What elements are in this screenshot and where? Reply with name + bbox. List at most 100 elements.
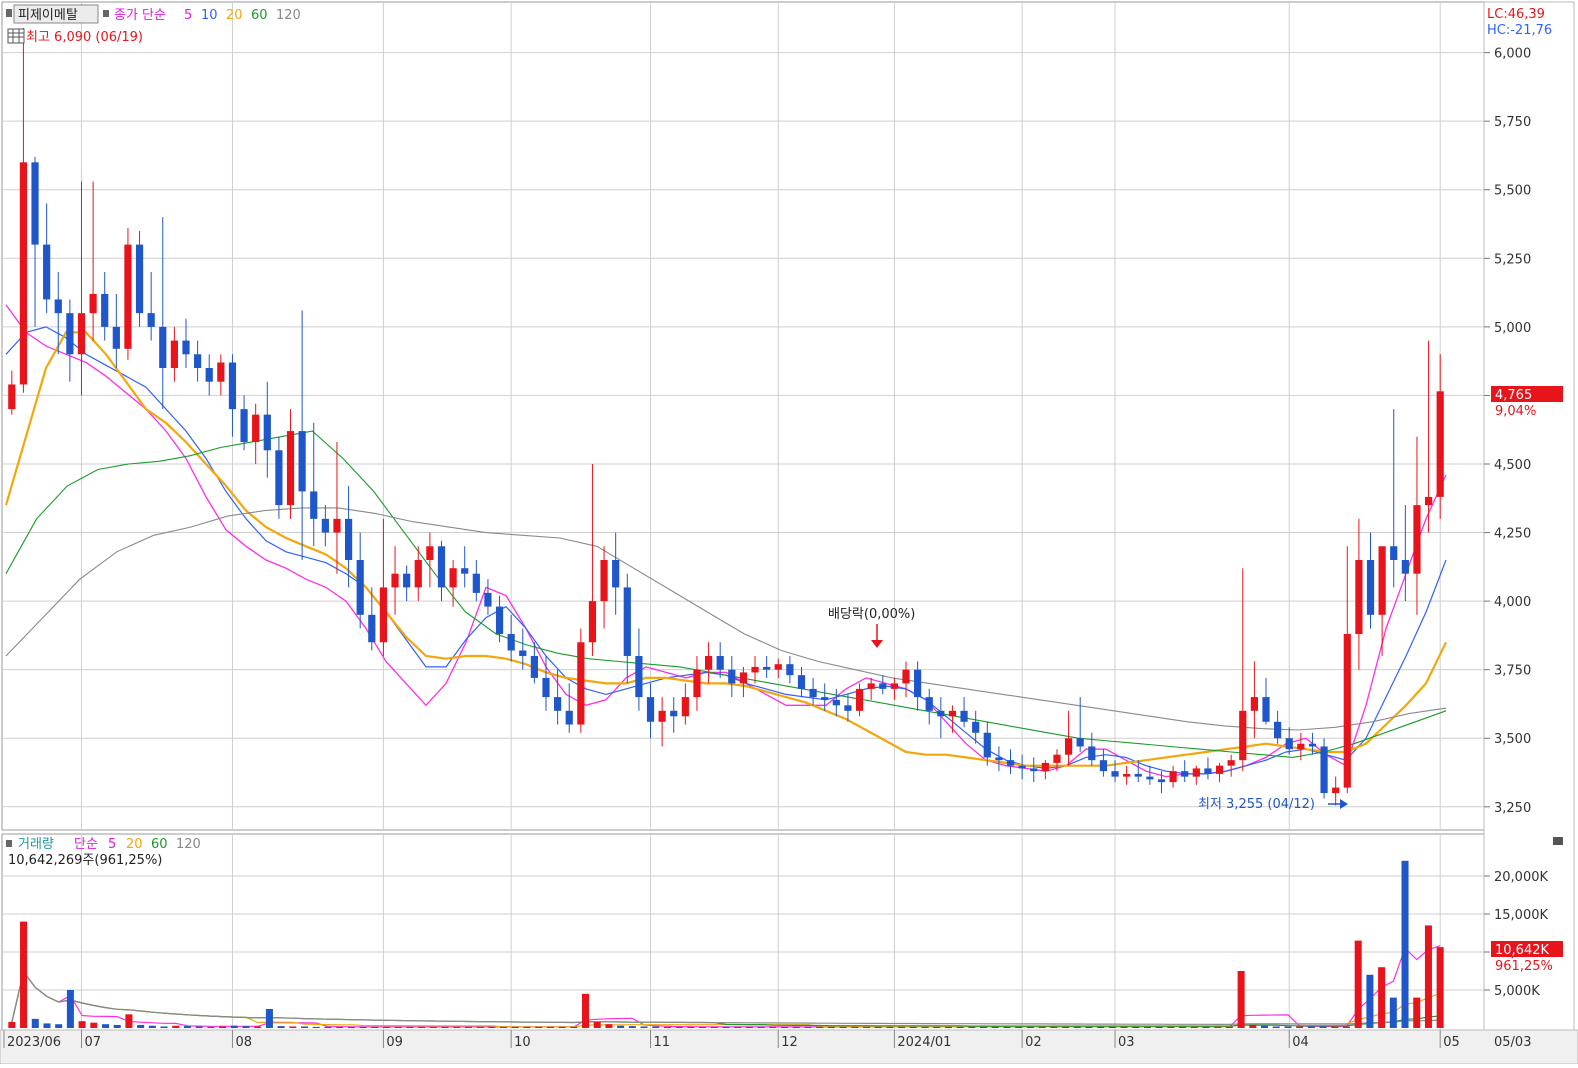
volume-bar [195,1026,203,1028]
candle-body [774,664,782,670]
dividend-label: 배당락(0,00%) [828,607,915,622]
volume-tick-label: 20,000K [1494,870,1548,885]
candle-body [948,710,957,717]
candle-body [937,710,945,717]
candle-body [646,697,655,722]
candle [577,628,585,733]
candle-body [240,409,248,443]
vol-ma5-label: 5 [108,837,116,852]
date-tick-label: 07 [84,1035,101,1050]
vol-ma60-label: 60 [151,837,168,852]
candle-body [495,606,504,635]
indicator-box-icon[interactable] [103,10,109,17]
stock-name: 피제이메탈 [18,8,78,23]
date-tick-label: 09 [386,1035,403,1050]
hc-value: HC:-21,76 [1487,23,1552,38]
candle-body [1239,710,1247,761]
volume-bar [1062,1026,1070,1028]
candle-body [321,518,329,533]
candle-body [1366,559,1375,615]
candle-body [1204,768,1212,774]
candle-body [983,732,991,758]
price-tick-label: 4,500 [1494,458,1531,473]
candle-body [1041,762,1049,772]
volume-bar [441,1026,449,1028]
price-panel[interactable] [1,1,1485,831]
candle-body [135,244,144,314]
candle-body [252,414,260,443]
lc-value: LC:46,39 [1487,7,1545,22]
volume-bar [1272,1026,1280,1028]
candle-body [1169,771,1177,783]
candle-body [147,313,155,327]
volume-bar [1155,1026,1163,1028]
volume-bar [172,1025,180,1028]
volume-bar [382,1026,390,1028]
ma120-label: 120 [276,8,301,23]
candle-body [391,573,399,588]
volume-bar [874,1026,882,1028]
volume-bar [523,1026,531,1028]
price-tick-label: 4,250 [1494,527,1531,542]
candle-body [1413,505,1421,574]
volume-bar [1073,1026,1081,1028]
candle-body [1099,760,1108,772]
volume-box-icon[interactable] [6,840,12,847]
volume-bar [1026,1026,1034,1028]
candle-body [728,669,736,684]
volume-bar [1003,1026,1011,1028]
candle-body [449,568,457,588]
volume-bar [125,1014,133,1028]
volume-bar [347,1026,355,1028]
panel-menu-icon[interactable] [1553,837,1563,845]
volume-bar [862,1026,870,1028]
volume-bar [605,1024,613,1028]
volume-bar [991,1026,999,1028]
volume-bar [219,1026,227,1028]
volume-bar [1143,1026,1151,1028]
candle [124,228,132,360]
candle-body [890,683,898,689]
candle-body [1146,776,1154,780]
volume-bar [909,1026,917,1028]
price-tick-label: 5,250 [1494,252,1531,267]
candle-body [914,669,922,698]
volume-bar [745,1026,753,1028]
candle-body [1274,721,1282,739]
candle-body [925,697,933,711]
candle-body [681,697,689,717]
date-tick-label: 08 [235,1035,252,1050]
indicator-label: 종가 단순 [114,8,166,23]
date-tick-label: 12 [781,1035,798,1050]
candle-body [879,683,887,689]
volume-bar [55,1024,63,1028]
volume-panel[interactable] [1,833,1485,1031]
candle-body [1030,768,1038,772]
volume-bar [1389,997,1397,1028]
volume-bar [1179,1026,1187,1028]
volume-bar [160,1026,168,1028]
candle-body [182,340,190,355]
price-tick-label: 5,750 [1494,115,1531,130]
volume-bar [1401,860,1409,1028]
legend-box-icon[interactable] [6,9,12,17]
candle-body [194,354,202,369]
current-price: 4,765 [1495,388,1532,403]
volume-bar [1436,947,1444,1028]
candle-body [1227,760,1235,766]
price-tick-label: 3,500 [1494,732,1531,747]
candle-body [8,384,16,410]
volume-bar [593,1021,601,1028]
volume-bar [1307,1026,1315,1028]
table-icon[interactable] [7,28,25,44]
volume-bar [582,993,590,1028]
volume-bar [78,1021,86,1028]
candle-body [1181,771,1189,777]
candle-body [635,655,643,698]
candle-body [217,362,225,382]
candle-body [356,559,364,615]
candle-body [1134,773,1142,777]
price-tick-label: 5,000 [1494,321,1531,336]
volume-bar [1319,1026,1327,1028]
candle-body [565,710,573,725]
